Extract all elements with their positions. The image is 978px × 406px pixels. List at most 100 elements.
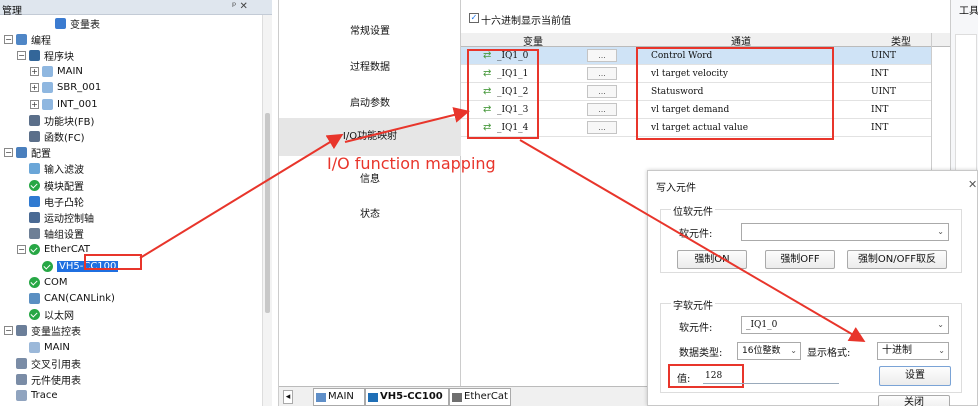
- tree-item[interactable]: 模块配置: [17, 177, 84, 193]
- cam-icon: [29, 195, 40, 207]
- browse-button[interactable]: ...: [587, 67, 617, 80]
- set-button[interactable]: 设置: [879, 366, 951, 386]
- tree-item[interactable]: 运动控制轴: [17, 209, 94, 225]
- close-button[interactable]: 关闭: [878, 395, 950, 406]
- tree-item[interactable]: + INT_001: [30, 96, 98, 112]
- bit-element-group: 位软元件 软元件: ⌄ 强制ON 强制OFF 强制ON/OFF取反: [660, 203, 962, 273]
- collapse-icon[interactable]: −: [17, 245, 26, 255]
- tree-item-label: MAIN: [44, 341, 70, 353]
- ethercat-tab-icon: [452, 393, 462, 402]
- browse-button[interactable]: ...: [587, 121, 617, 134]
- side-tab-io-mapping[interactable]: I/O功能映射: [279, 118, 461, 156]
- tree-item[interactable]: COM: [17, 274, 67, 290]
- grid-header: 变量 通道 类型: [461, 33, 951, 48]
- tree-item[interactable]: 交叉引用表: [4, 355, 81, 371]
- vh5-tab-icon: [368, 393, 378, 402]
- type-cell: UINT: [871, 87, 897, 97]
- collapse-icon[interactable]: −: [17, 50, 26, 60]
- word-element-group: 字软元件 软元件: _IQ1_0 ⌄ 数据类型: 16位整数 ⌄ 显示格式: 十…: [660, 297, 962, 393]
- browse-button[interactable]: ...: [587, 49, 617, 62]
- expand-icon[interactable]: +: [30, 67, 39, 77]
- tab-scroll-left[interactable]: ◂: [283, 390, 293, 404]
- can-icon: [29, 292, 40, 304]
- input-filter-icon: [29, 163, 40, 175]
- side-tab-general[interactable]: 常规设置: [279, 22, 461, 37]
- force-on-button[interactable]: 强制ON: [677, 250, 747, 269]
- tree-item-label: 模块配置: [44, 181, 84, 193]
- fb-icon: [29, 114, 40, 126]
- tree-item[interactable]: − EtherCAT: [17, 242, 90, 258]
- write-element-dialog: 写入元件 ✕ 位软元件 软元件: ⌄ 强制ON 强制OFF 强制ON/OFF取反…: [647, 170, 978, 406]
- tree-item-label: 函数(FC): [44, 132, 85, 144]
- tree-item[interactable]: 元件使用表: [4, 371, 81, 387]
- tree-item[interactable]: + SBR_001: [30, 80, 101, 96]
- axis-group-icon: [29, 228, 40, 240]
- tree-item[interactable]: − 程序块: [17, 47, 74, 63]
- hex-display-label: 十六进制显示当前值: [481, 16, 571, 27]
- header-channel: 通道: [731, 37, 751, 48]
- force-off-button[interactable]: 强制OFF: [765, 250, 835, 269]
- tree-item-label: 轴组设置: [44, 230, 84, 242]
- tree-item-label: COM: [44, 276, 68, 288]
- bit-element-select[interactable]: ⌄: [741, 223, 949, 241]
- tree-item[interactable]: 电子凸轮: [17, 193, 84, 209]
- check-icon: [29, 244, 40, 256]
- tree-item[interactable]: 轴组设置: [17, 226, 84, 242]
- tree-item-label: 配置: [31, 149, 51, 161]
- expand-icon[interactable]: +: [30, 99, 39, 109]
- tree-item-label: 变量监控表: [31, 327, 81, 339]
- tree-item-label: 交叉引用表: [31, 359, 81, 371]
- tree-item[interactable]: 以太网: [17, 307, 74, 323]
- tree-scrollbar[interactable]: [262, 15, 272, 406]
- header-type: 类型: [891, 37, 911, 48]
- tree-item[interactable]: 功能块(FB): [17, 112, 94, 128]
- value-label: 值:: [677, 374, 691, 385]
- bottom-tab-ethercat[interactable]: EtherCat: [449, 388, 511, 406]
- element-usage-icon: [16, 373, 27, 385]
- tree-item-label: 运动控制轴: [44, 213, 94, 225]
- tree-item[interactable]: 输入滤波: [17, 161, 84, 177]
- scrollbar-thumb[interactable]: [265, 113, 270, 313]
- dialog-close-icon[interactable]: ✕: [968, 178, 977, 191]
- browse-button[interactable]: ...: [587, 103, 617, 116]
- tree-item[interactable]: 函数(FC): [17, 128, 85, 144]
- tree-item[interactable]: 变量表: [43, 15, 100, 31]
- check-icon: [29, 276, 40, 288]
- project-panel-header: 管理 ᵖ ✕: [0, 0, 272, 17]
- tree-item[interactable]: MAIN: [17, 339, 70, 355]
- tree-item[interactable]: CAN(CANLink): [17, 290, 115, 306]
- pin-close-icon[interactable]: ᵖ ✕: [232, 1, 248, 12]
- trace-icon: [16, 390, 27, 402]
- force-toggle-button[interactable]: 强制ON/OFF取反: [847, 250, 947, 269]
- tree-item-label: 编程: [31, 35, 51, 47]
- expand-icon[interactable]: +: [30, 83, 39, 93]
- side-tab-status[interactable]: 状态: [279, 205, 461, 220]
- word-element-select[interactable]: _IQ1_0 ⌄: [741, 316, 949, 334]
- tree-item[interactable]: + MAIN: [30, 64, 83, 80]
- value-input[interactable]: 128: [703, 368, 839, 384]
- collapse-icon[interactable]: −: [4, 326, 13, 336]
- tree-item-label: 电子凸轮: [44, 197, 84, 209]
- hex-display-checkbox[interactable]: ✓: [469, 13, 479, 23]
- program-icon: [16, 33, 27, 45]
- tree-item-label: MAIN: [57, 66, 83, 78]
- tree-item-label: 以太网: [44, 311, 74, 323]
- variable-table-icon: [55, 17, 66, 29]
- side-tab-process-data[interactable]: 过程数据: [279, 58, 461, 73]
- display-format-label: 显示格式:: [807, 348, 851, 359]
- collapse-icon[interactable]: −: [4, 34, 13, 44]
- tree-item[interactable]: − 变量监控表: [4, 323, 81, 339]
- monitor-main-icon: [29, 341, 40, 353]
- bottom-tab-vh5[interactable]: VH5-CC100: [365, 388, 449, 406]
- tree-item[interactable]: − 配置: [4, 145, 51, 161]
- display-format-select[interactable]: 十进制 ⌄: [877, 342, 949, 360]
- data-type-select[interactable]: 16位整数 ⌄: [737, 342, 801, 360]
- tree-item[interactable]: − 编程: [4, 31, 51, 47]
- tree-item[interactable]: Trace: [4, 388, 58, 404]
- check-icon: [29, 309, 40, 321]
- side-tab-startup-params[interactable]: 启动参数: [279, 94, 461, 109]
- bit-element-label: 软元件:: [679, 229, 713, 240]
- browse-button[interactable]: ...: [587, 85, 617, 98]
- bottom-tab-main[interactable]: MAIN: [313, 388, 365, 406]
- collapse-icon[interactable]: −: [4, 148, 13, 158]
